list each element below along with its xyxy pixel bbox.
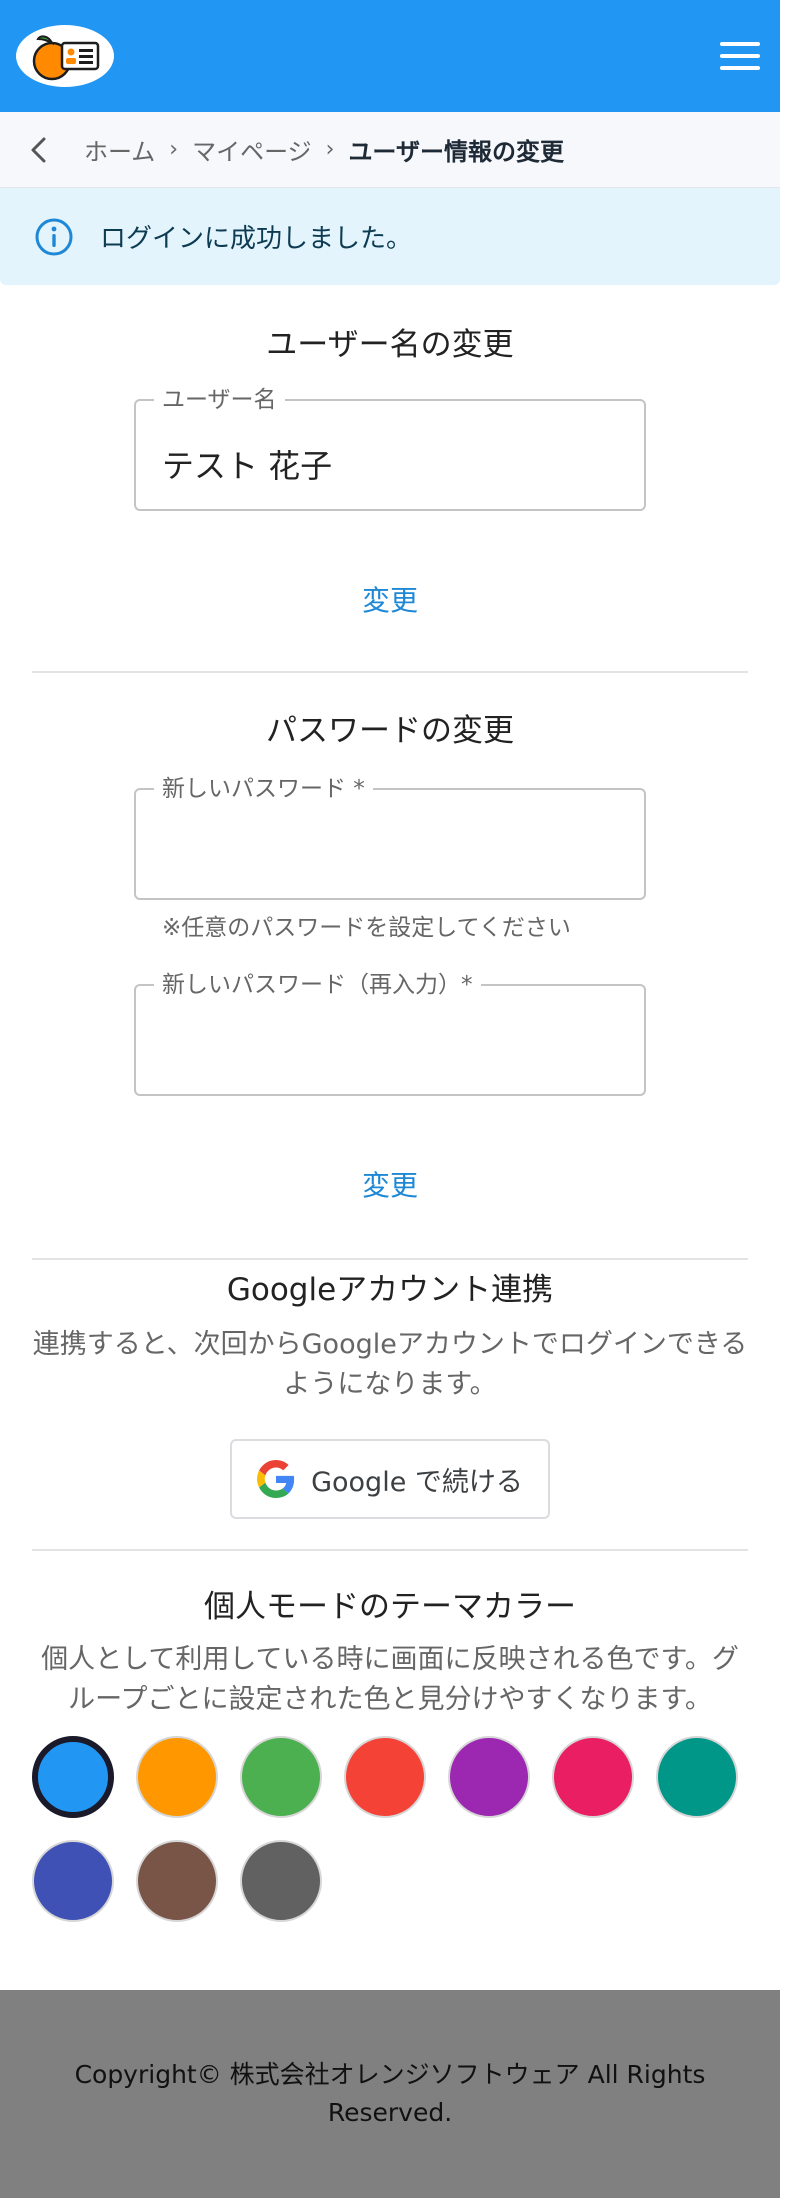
theme-color-swatch[interactable] (240, 1736, 322, 1818)
app-header (0, 0, 780, 112)
alert-message: ログインに成功しました。 (100, 224, 413, 254)
login-success-alert: ログインに成功しました。 (0, 188, 780, 285)
orange-id-card-logo-icon (32, 35, 100, 81)
google-section: Googleアカウント連携 連携すると、次回からGoogleアカウントでログイン… (0, 1260, 780, 1519)
google-continue-button[interactable]: Google で続ける (230, 1439, 550, 1519)
theme-color-swatch[interactable] (240, 1840, 322, 1922)
theme-color-swatch[interactable] (32, 1840, 114, 1922)
theme-color-swatch[interactable] (552, 1736, 634, 1818)
menu-bar (720, 54, 760, 58)
breadcrumb-separator: › (325, 137, 335, 162)
theme-color-swatches (32, 1736, 748, 1922)
theme-color-swatch[interactable] (136, 1736, 218, 1818)
page-footer: Copyright© 株式会社オレンジソフトウェア All Rights Res… (0, 1990, 780, 2198)
confirm-password-label: 新しいパスワード（再入力）* (154, 971, 481, 999)
theme-section-description: 個人として利用している時に画面に反映される色です。グループごとに設定された色と見… (41, 1644, 739, 1715)
google-section-title: Googleアカウント連携 (226, 1272, 554, 1308)
google-section-description: 連携すると、次回からGoogleアカウントでログインできるようになります。 (32, 1329, 748, 1400)
password-section: パスワードの変更 新しいパスワード * ※任意のパスワードを設定してください 新… (0, 673, 780, 1204)
breadcrumb-current: ユーザー情報の変更 (348, 138, 564, 166)
username-field: ユーザー名 (134, 386, 646, 511)
new-password-label: 新しいパスワード * (154, 775, 373, 803)
theme-color-swatch[interactable] (656, 1736, 738, 1818)
username-section-title: ユーザー名の変更 (266, 327, 514, 363)
theme-color-section: 個人モードのテーマカラー 個人として利用している時に画面に反映される色です。グル… (0, 1551, 780, 1922)
copyright-text: Copyright© 株式会社オレンジソフトウェア All Rights Res… (74, 2060, 706, 2127)
username-change-button[interactable]: 変更 (362, 579, 418, 619)
breadcrumb-home[interactable]: ホーム (84, 132, 155, 167)
google-g-icon (257, 1460, 295, 1498)
theme-color-swatch[interactable] (136, 1840, 218, 1922)
confirm-password-field: 新しいパスワード（再入力）* (134, 971, 646, 1096)
breadcrumb-separator: › (169, 137, 179, 162)
page: ホーム › マイページ › ユーザー情報の変更 ログインに成功しました。 ユーザ… (0, 0, 780, 2198)
menu-bar (720, 66, 760, 70)
menu-bar (720, 42, 760, 46)
confirm-password-input[interactable] (136, 986, 644, 1094)
hamburger-menu-icon[interactable] (720, 40, 760, 72)
new-password-input[interactable] (136, 790, 644, 898)
password-section-title: パスワードの変更 (266, 713, 514, 749)
info-icon (35, 218, 73, 255)
breadcrumb: ホーム › マイページ › ユーザー情報の変更 (0, 112, 780, 188)
password-helper-text: ※任意のパスワードを設定してください (162, 915, 571, 941)
username-input[interactable] (136, 401, 644, 509)
theme-section-title: 個人モードのテーマカラー (204, 1589, 576, 1625)
new-password-field: 新しいパスワード * (134, 775, 646, 900)
google-button-label: Google で続ける (311, 1466, 523, 1498)
password-change-button[interactable]: 変更 (362, 1164, 418, 1204)
breadcrumb-mypage[interactable]: マイページ (192, 132, 312, 167)
theme-color-swatch[interactable] (32, 1736, 114, 1818)
username-section: ユーザー名の変更 ユーザー名 変更 (0, 285, 780, 619)
chevron-left-icon[interactable] (28, 136, 56, 164)
theme-color-swatch[interactable] (448, 1736, 530, 1818)
theme-color-swatch[interactable] (344, 1736, 426, 1818)
username-field-label: ユーザー名 (154, 386, 285, 414)
app-logo[interactable] (16, 25, 114, 87)
